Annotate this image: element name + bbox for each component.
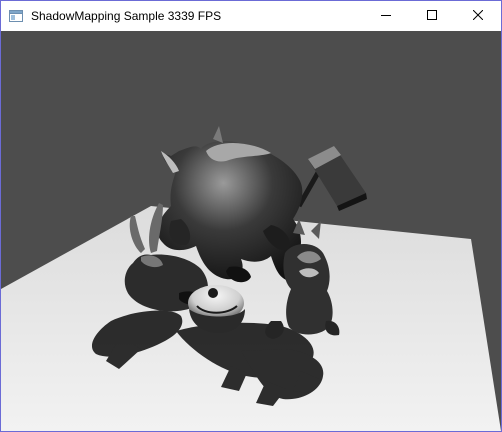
app-window-icon — [9, 9, 23, 23]
application-window: ShadowMapping Sample 3339 FPS — [0, 0, 502, 432]
close-icon — [472, 7, 484, 25]
render-viewport[interactable] — [1, 31, 501, 431]
minimize-icon — [381, 7, 391, 25]
maximize-button[interactable] — [409, 1, 455, 31]
window-title: ShadowMapping Sample 3339 FPS — [31, 9, 222, 23]
ogre-hammer — [296, 146, 367, 211]
scene-canvas — [1, 126, 501, 431]
close-button[interactable] — [455, 1, 501, 31]
maximize-icon — [427, 7, 437, 25]
minimize-button[interactable] — [363, 1, 409, 31]
title-bar[interactable]: ShadowMapping Sample 3339 FPS — [1, 1, 501, 31]
